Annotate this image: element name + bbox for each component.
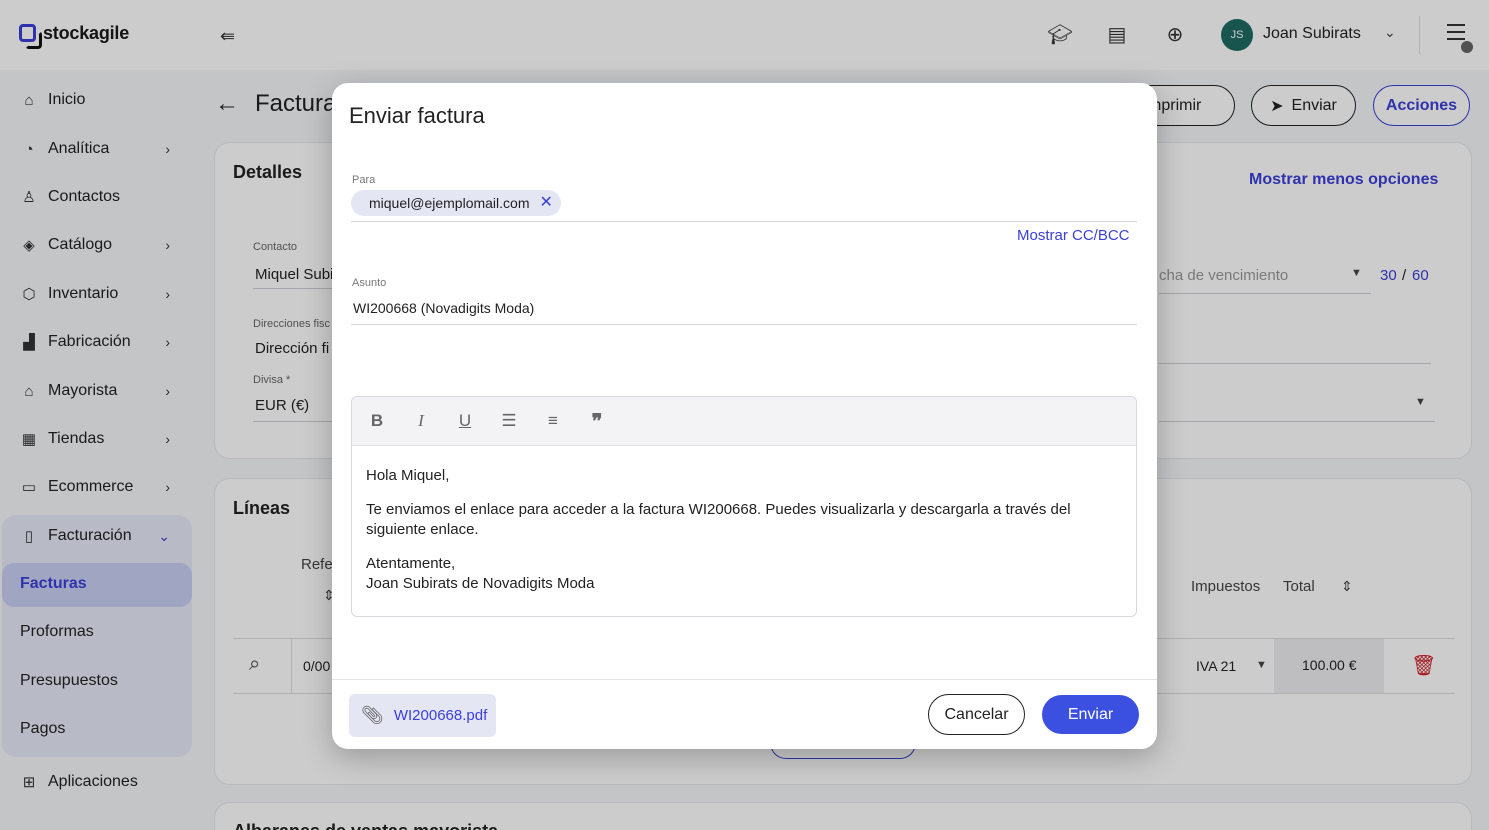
quote-icon[interactable]: ❞: [586, 409, 608, 434]
send-button[interactable]: Enviar: [1042, 695, 1139, 734]
recipient-chip[interactable]: miquel@ejemplomail.com ✕: [351, 190, 561, 216]
editor-content[interactable]: Hola Miquel, Te enviamos el enlace para …: [352, 446, 1136, 614]
body-message: Te enviamos el enlace para acceder a la …: [366, 501, 1071, 538]
attachment-chip[interactable]: 📎︎ WI200668.pdf: [349, 694, 497, 737]
remove-recipient-icon[interactable]: ✕: [540, 195, 553, 211]
show-cc-bcc-link[interactable]: Mostrar CC/BCC: [1017, 227, 1130, 244]
subject-input[interactable]: WI200668 (Novadigits Moda): [353, 300, 534, 316]
numbered-list-icon[interactable]: ≡: [542, 411, 564, 431]
bold-icon[interactable]: B: [366, 411, 388, 431]
body-closing: Atentamente,: [366, 555, 456, 572]
body-greeting: Hola Miquel,: [366, 467, 450, 484]
to-field-underline: [351, 221, 1137, 222]
subject-label: Asunto: [352, 277, 387, 289]
to-label: Para: [352, 174, 376, 186]
message-editor[interactable]: B I U ☰ ≡ ❞ Hola Miquel, Te enviamos el …: [351, 396, 1137, 617]
attachment-name: WI200668.pdf: [393, 707, 488, 724]
italic-icon[interactable]: I: [410, 411, 432, 431]
recipient-email: miquel@ejemplomail.com: [369, 195, 530, 211]
cancel-button[interactable]: Cancelar: [928, 694, 1025, 735]
subject-underline: [351, 324, 1137, 325]
dialog-footer: 📎︎ WI200668.pdf Cancelar Enviar: [332, 679, 1157, 749]
send-invoice-dialog: Enviar factura Para miquel@ejemplomail.c…: [332, 83, 1157, 749]
underline-icon[interactable]: U: [454, 411, 476, 431]
editor-toolbar: B I U ☰ ≡ ❞: [352, 397, 1136, 446]
bullet-list-icon[interactable]: ☰: [498, 411, 520, 431]
dialog-title: Enviar factura: [349, 103, 485, 128]
body-signature: Joan Subirats de Novadigits Moda: [366, 575, 595, 592]
paperclip-icon: 📎︎: [361, 705, 384, 725]
